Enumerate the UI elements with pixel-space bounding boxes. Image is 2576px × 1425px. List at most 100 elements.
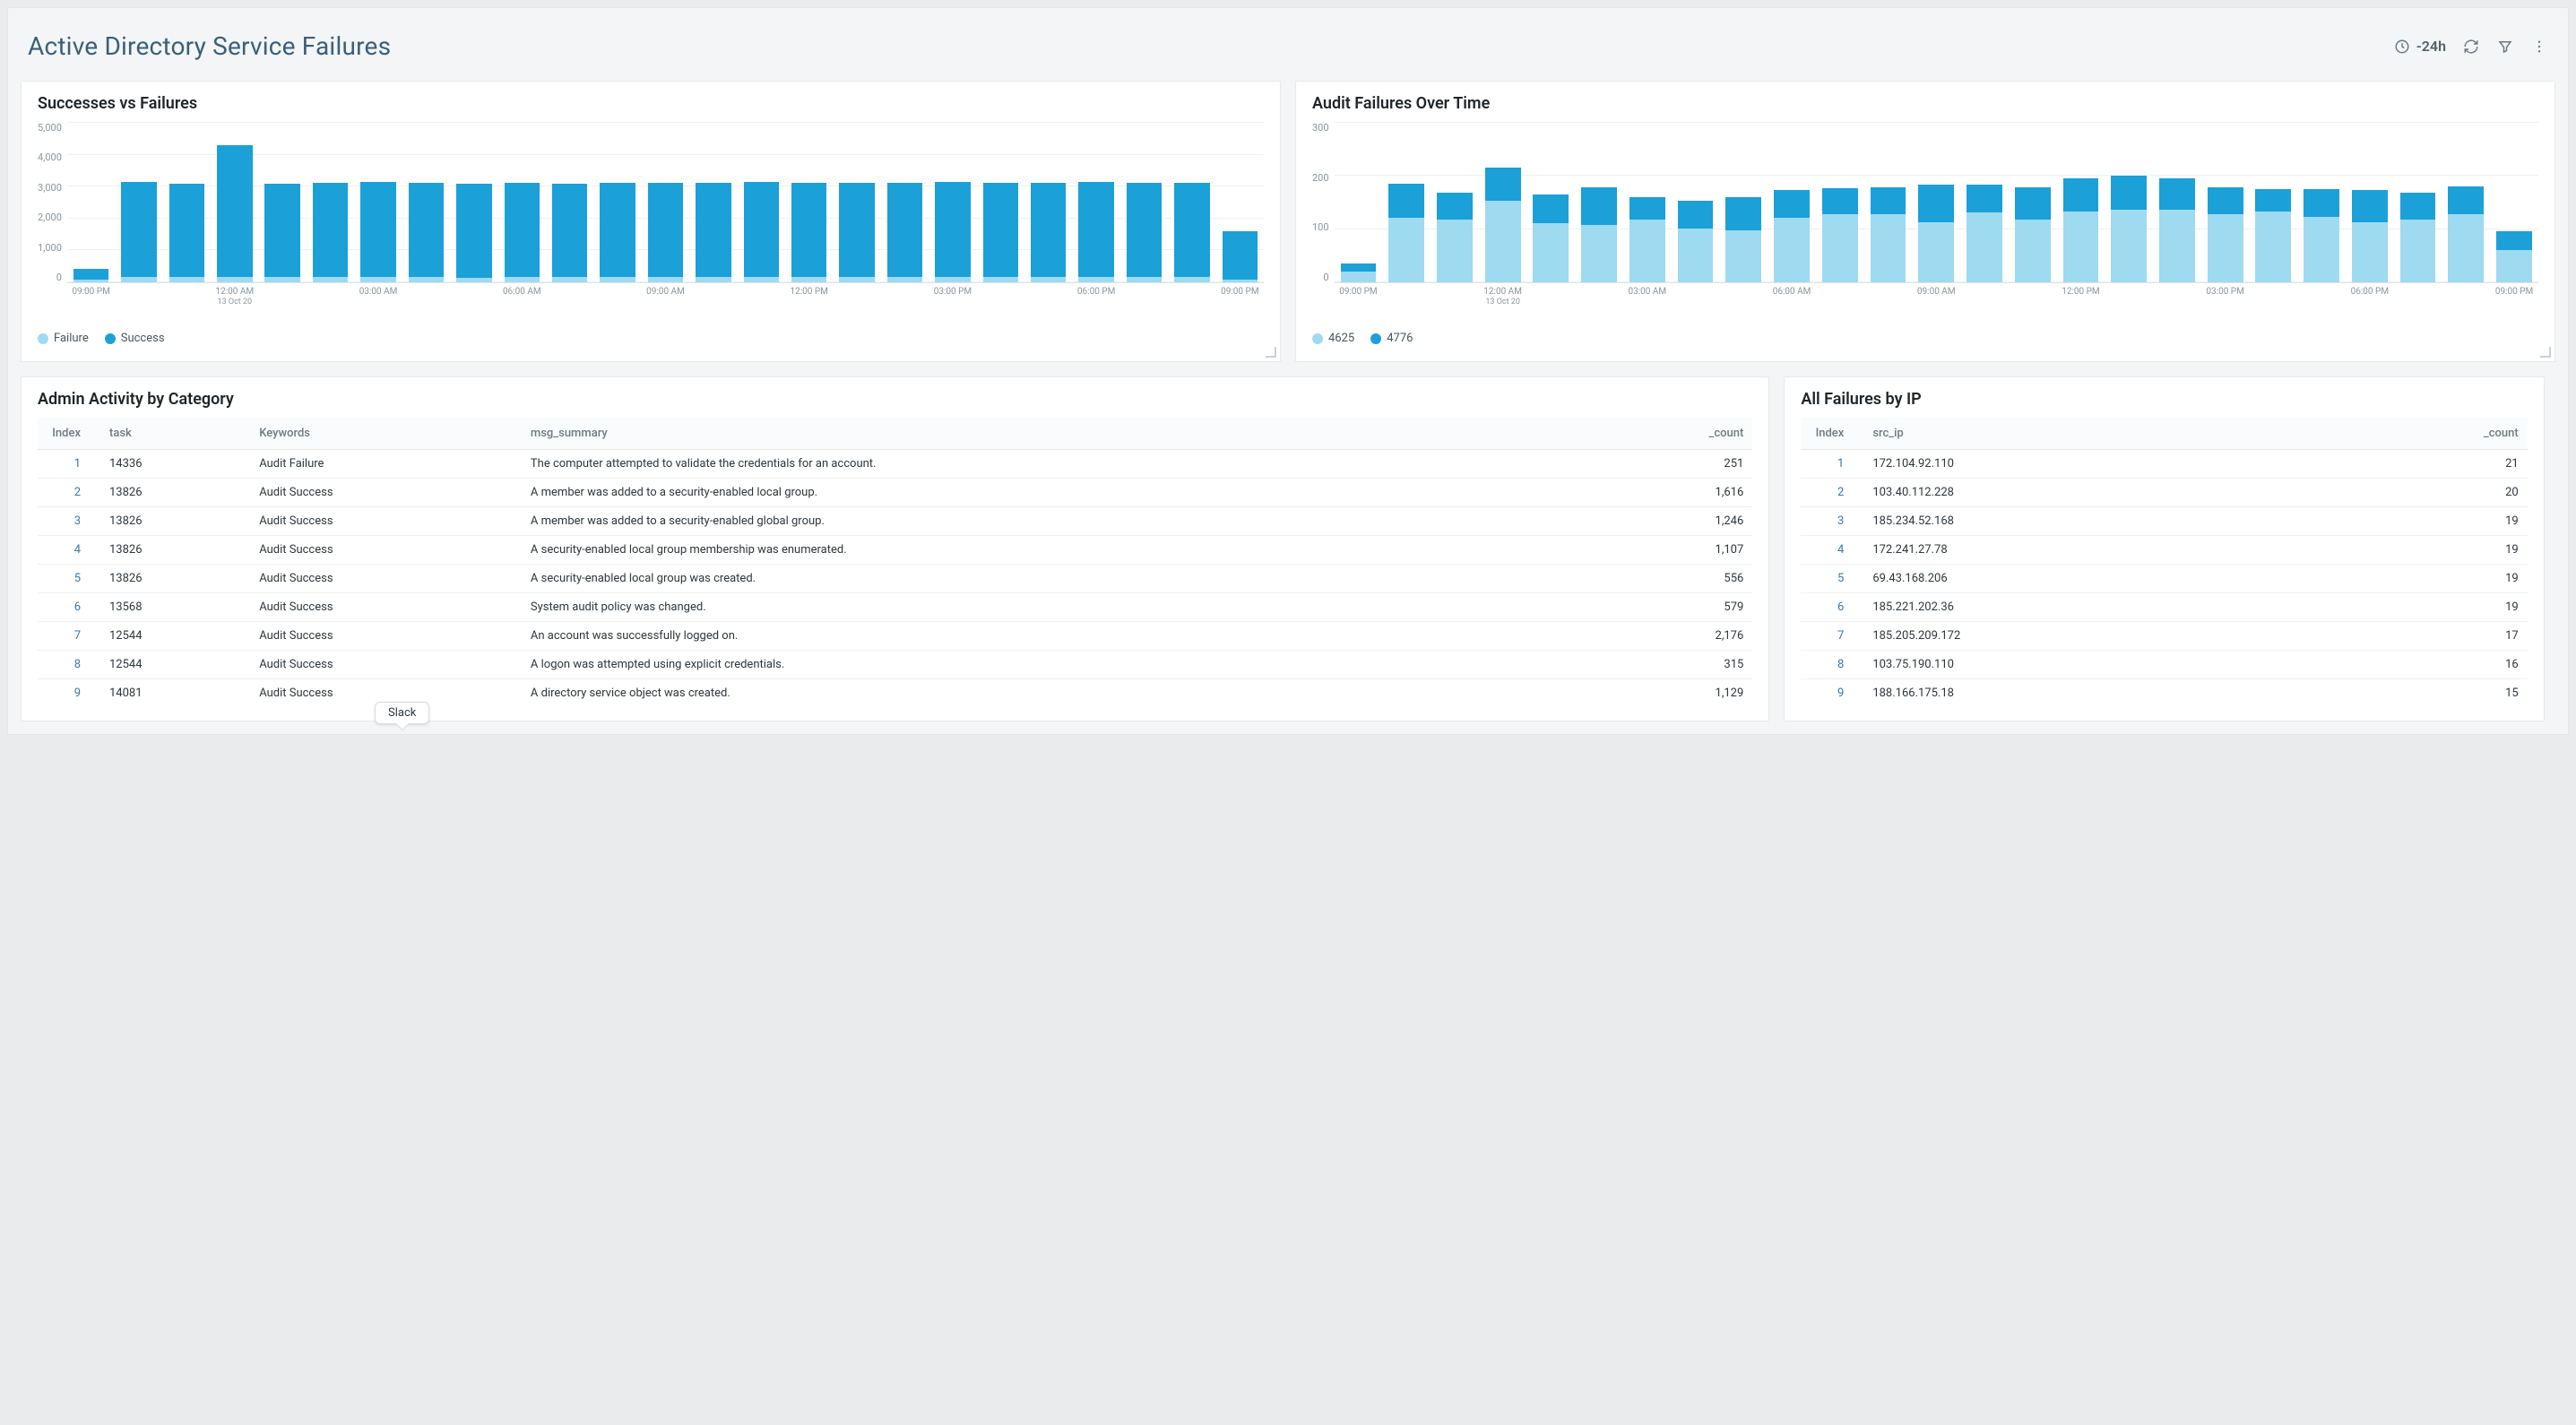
chart-bar[interactable] bbox=[1384, 122, 1429, 282]
chart-bar[interactable] bbox=[2299, 122, 2344, 282]
chart-bar[interactable] bbox=[1673, 122, 1718, 282]
chart-bar[interactable] bbox=[1866, 122, 1911, 282]
filter-button[interactable] bbox=[2496, 38, 2514, 56]
table-row[interactable]: 1172.104.92.11021 bbox=[1801, 450, 2527, 479]
col-index[interactable]: Index bbox=[38, 418, 100, 450]
legend-item-failure[interactable]: Failure bbox=[38, 332, 89, 345]
chart-bar[interactable] bbox=[1528, 122, 1573, 282]
chart-bar[interactable] bbox=[308, 122, 352, 282]
chart-bar[interactable] bbox=[2106, 122, 2151, 282]
cell-msg-summary: The computer attempted to validate the c… bbox=[522, 450, 1597, 479]
chart-bar[interactable] bbox=[2203, 122, 2248, 282]
table-row[interactable]: 8103.75.190.11016 bbox=[1801, 651, 2527, 679]
admin-activity-table: Index task Keywords msg_summary _count 1… bbox=[38, 418, 1752, 704]
chart-bar[interactable] bbox=[1432, 122, 1477, 282]
chart-bar[interactable] bbox=[2252, 122, 2296, 282]
chart-bar[interactable] bbox=[644, 122, 687, 282]
col-count[interactable]: _count bbox=[2306, 418, 2527, 450]
chart-bar[interactable] bbox=[404, 122, 448, 282]
panel-successes-vs-failures[interactable]: Successes vs Failures 5,0004,0003,0002,0… bbox=[21, 81, 1281, 362]
chart-bar[interactable] bbox=[2059, 122, 2104, 282]
col-task[interactable]: task bbox=[100, 418, 250, 450]
chart-bar[interactable] bbox=[2155, 122, 2200, 282]
chart-bar[interactable] bbox=[261, 122, 305, 282]
chart-bar[interactable] bbox=[1170, 122, 1214, 282]
page-title: Active Directory Service Failures bbox=[28, 31, 391, 61]
chart-bar[interactable] bbox=[787, 122, 831, 282]
chart-bar[interactable] bbox=[1481, 122, 1526, 282]
table-row[interactable]: 613568Audit SuccessSystem audit policy w… bbox=[38, 593, 1752, 622]
time-range-selector[interactable]: -24h bbox=[2393, 38, 2446, 56]
legend-item-success[interactable]: Success bbox=[105, 332, 165, 345]
col-index[interactable]: Index bbox=[1801, 418, 1863, 450]
chart-bar[interactable] bbox=[1336, 122, 1381, 282]
table-row[interactable]: 9188.166.175.1815 bbox=[1801, 679, 2527, 705]
more-menu-button[interactable] bbox=[2530, 38, 2548, 56]
table-row[interactable]: 2103.40.112.22820 bbox=[1801, 479, 2527, 507]
panel-admin-activity-by-category[interactable]: Admin Activity by Category Index task Ke… bbox=[21, 376, 1769, 721]
table-row[interactable]: 7185.205.209.17217 bbox=[1801, 622, 2527, 651]
chart-bar[interactable] bbox=[69, 122, 113, 282]
col-src-ip[interactable]: src_ip bbox=[1863, 418, 2306, 450]
refresh-button[interactable] bbox=[2462, 38, 2480, 56]
chart-bar[interactable] bbox=[452, 122, 496, 282]
chart-bar[interactable] bbox=[2492, 122, 2537, 282]
chart-bar[interactable] bbox=[1577, 122, 1621, 282]
table-row[interactable]: 712544Audit SuccessAn account was succes… bbox=[38, 622, 1752, 651]
cell-task: 12544 bbox=[100, 622, 250, 651]
chart-bar[interactable] bbox=[500, 122, 544, 282]
table-row[interactable]: 3185.234.52.16819 bbox=[1801, 507, 2527, 536]
resize-handle-icon[interactable] bbox=[1266, 347, 1276, 358]
chart-bar[interactable] bbox=[2347, 122, 2392, 282]
legend-item-4625[interactable]: 4625 bbox=[1312, 332, 1354, 345]
cell-count: 19 bbox=[2306, 565, 2527, 593]
legend-item-4776[interactable]: 4776 bbox=[1370, 332, 1413, 345]
chart-bar[interactable] bbox=[1218, 122, 1262, 282]
chart-bar[interactable] bbox=[979, 122, 1023, 282]
table-row[interactable]: 413826Audit SuccessA security-enabled lo… bbox=[38, 536, 1752, 565]
table-row[interactable]: 513826Audit SuccessA security-enabled lo… bbox=[38, 565, 1752, 593]
cell-count: 579 bbox=[1596, 593, 1752, 622]
chart-bar[interactable] bbox=[2443, 122, 2488, 282]
chart-bar[interactable] bbox=[2396, 122, 2441, 282]
table-row[interactable]: 313826Audit SuccessA member was added to… bbox=[38, 507, 1752, 536]
panel-audit-failures-over-time[interactable]: Audit Failures Over Time 3002001000 09:0… bbox=[1295, 81, 2555, 362]
chart-y-axis: 5,0004,0003,0002,0001,0000 bbox=[38, 122, 67, 283]
table-row[interactable]: 213826Audit SuccessA member was added to… bbox=[38, 479, 1752, 507]
chart-bar[interactable] bbox=[595, 122, 639, 282]
panel-all-failures-by-ip[interactable]: All Failures by IP Index src_ip _count 1… bbox=[1784, 376, 2544, 721]
chart-bar[interactable] bbox=[1721, 122, 1766, 282]
cell-count: 1,616 bbox=[1596, 479, 1752, 507]
chart-bar[interactable] bbox=[548, 122, 592, 282]
chart-bar[interactable] bbox=[1625, 122, 1670, 282]
chart-bar[interactable] bbox=[739, 122, 783, 282]
panel-title: Audit Failures Over Time bbox=[1312, 94, 2538, 113]
chart-bar[interactable] bbox=[1914, 122, 1958, 282]
table-row[interactable]: 914081Audit SuccessA directory service o… bbox=[38, 679, 1752, 705]
chart-bar[interactable] bbox=[1769, 122, 1814, 282]
chart-bar[interactable] bbox=[1026, 122, 1070, 282]
col-msg-summary[interactable]: msg_summary bbox=[522, 418, 1597, 450]
table-row[interactable]: 6185.221.202.3619 bbox=[1801, 593, 2527, 622]
chart-bar[interactable] bbox=[1074, 122, 1118, 282]
chart-bar[interactable] bbox=[165, 122, 209, 282]
chart-bar[interactable] bbox=[834, 122, 878, 282]
chart-bar[interactable] bbox=[2010, 122, 2055, 282]
chart-bar[interactable] bbox=[212, 122, 256, 282]
col-keywords[interactable]: Keywords bbox=[250, 418, 522, 450]
chart-bar[interactable] bbox=[1962, 122, 2007, 282]
table-row[interactable]: 812544Audit SuccessA logon was attempted… bbox=[38, 651, 1752, 679]
table-row[interactable]: 569.43.168.20619 bbox=[1801, 565, 2527, 593]
chart-bar[interactable] bbox=[691, 122, 735, 282]
cell-count: 15 bbox=[2306, 679, 2527, 705]
table-row[interactable]: 4172.241.27.7819 bbox=[1801, 536, 2527, 565]
chart-bar[interactable] bbox=[1122, 122, 1166, 282]
resize-handle-icon[interactable] bbox=[2540, 347, 2551, 358]
chart-bar[interactable] bbox=[883, 122, 927, 282]
col-count[interactable]: _count bbox=[1596, 418, 1752, 450]
chart-bar[interactable] bbox=[1818, 122, 1863, 282]
chart-bar[interactable] bbox=[117, 122, 160, 282]
table-row[interactable]: 114336Audit FailureThe computer attempte… bbox=[38, 450, 1752, 479]
chart-bar[interactable] bbox=[356, 122, 400, 282]
chart-bar[interactable] bbox=[930, 122, 974, 282]
